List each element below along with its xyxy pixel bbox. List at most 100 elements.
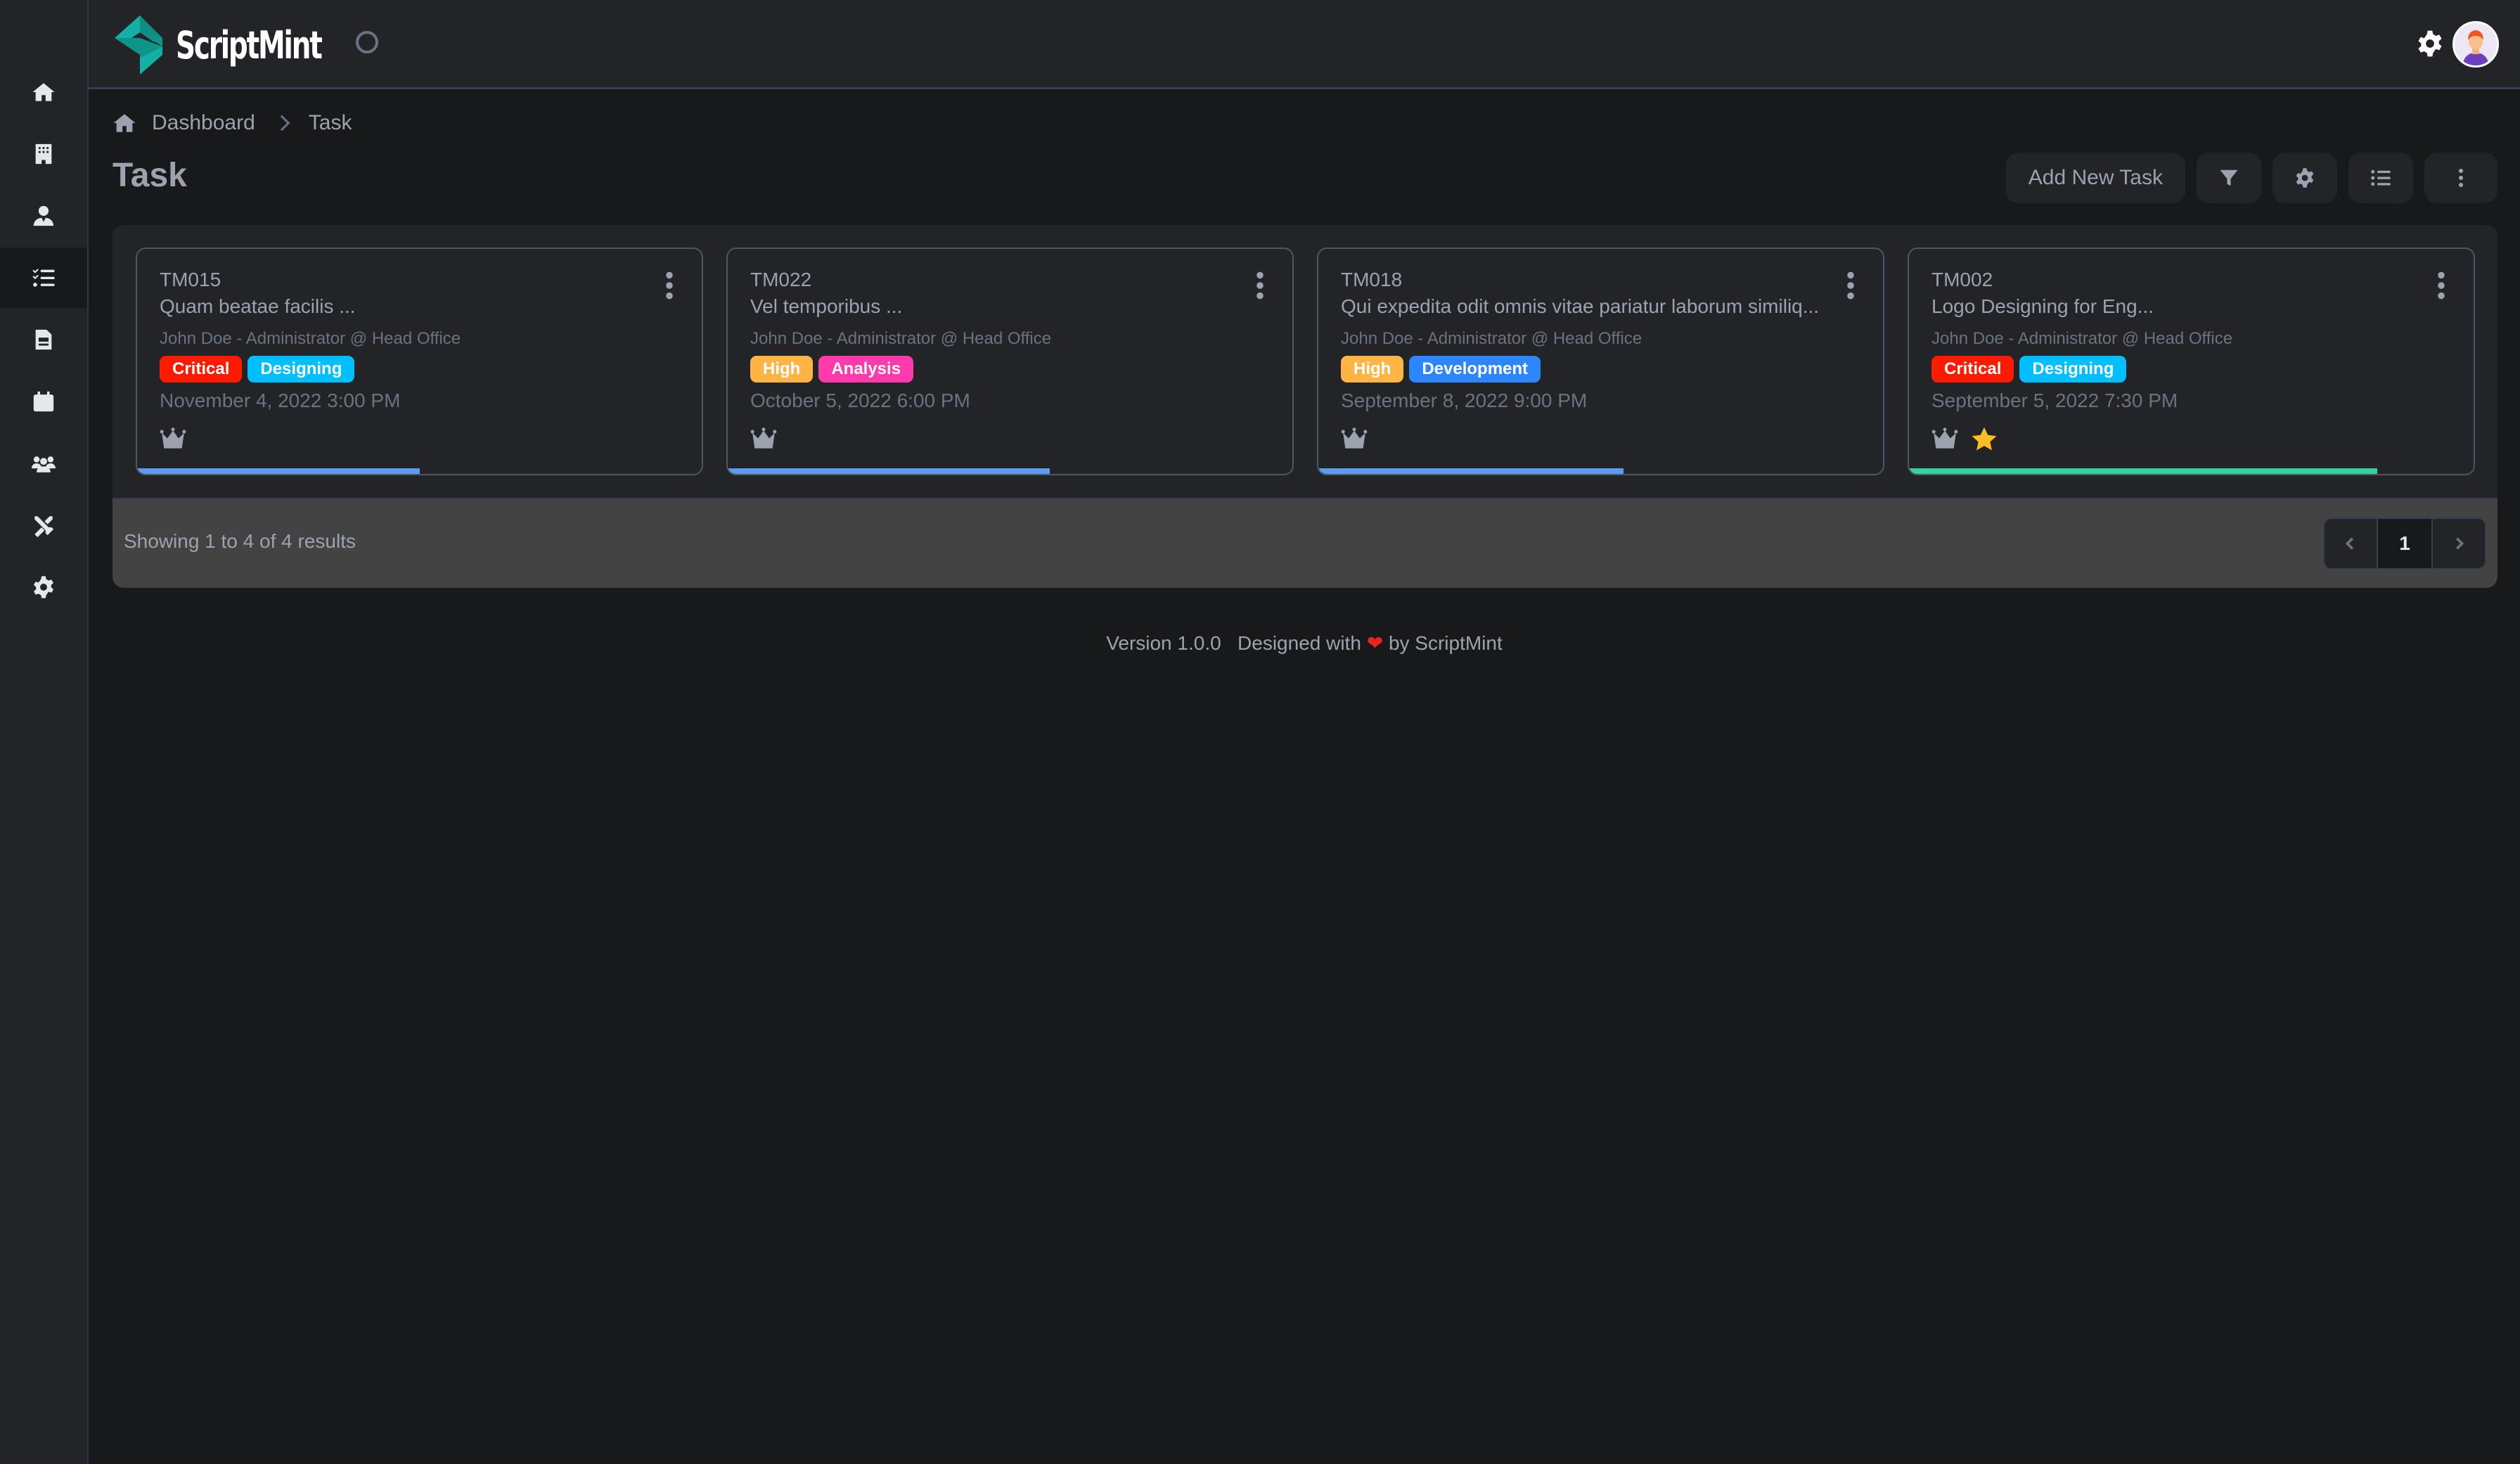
next-page-button[interactable] <box>2433 519 2485 568</box>
task-owner: John Doe - Administrator @ Head Office <box>1931 329 2233 348</box>
priority-badge: High <box>750 356 814 383</box>
star-icon <box>1972 427 1997 451</box>
add-new-task-button[interactable]: Add New Task <box>2005 153 2185 203</box>
tools-icon <box>34 516 54 537</box>
config-button[interactable] <box>2272 153 2337 203</box>
task-title[interactable]: Quam beatae facilis ... <box>160 295 666 318</box>
task-progress-bar <box>1909 468 2378 474</box>
sidebar-item-task[interactable] <box>0 248 87 308</box>
task-flags <box>1931 426 1998 453</box>
task-board: TM015 Quam beatae facilis ... John Doe - A… <box>112 225 2498 588</box>
designed-by-text: by ScriptMint <box>1388 632 1503 654</box>
gear-icon <box>2296 168 2314 188</box>
priority-badge: Critical <box>160 356 243 383</box>
crown-icon <box>160 428 186 449</box>
gear-icon <box>2418 30 2442 57</box>
more-options-button[interactable] <box>2424 153 2498 203</box>
crown-icon <box>1341 428 1368 449</box>
task-badges: High Development <box>1341 356 1541 383</box>
breadcrumb: Dashboard Task <box>112 111 352 135</box>
task-flags <box>1341 426 1368 453</box>
sidebar-item-employee[interactable] <box>0 186 87 246</box>
chevron-right-icon <box>2455 537 2464 550</box>
sidebar-item-organization[interactable] <box>0 124 87 184</box>
home-icon[interactable] <box>112 111 136 135</box>
building-icon <box>35 143 52 165</box>
pagination-bar: Showing 1 to 4 of 4 results 1 <box>112 498 2498 588</box>
gear-icon <box>33 576 54 598</box>
task-owner: John Doe - Administrator @ Head Office <box>750 329 1052 348</box>
task-badges: Critical Designing <box>1931 356 2127 383</box>
loading-indicator-icon <box>356 31 378 53</box>
task-code: TM015 <box>160 269 221 290</box>
brand-name: ScriptMint <box>176 23 323 68</box>
task-title[interactable]: Vel temporibus ... <box>750 295 1256 318</box>
category-badge: Designing <box>248 356 355 383</box>
users-icon <box>32 456 56 473</box>
prev-page-button[interactable] <box>2325 519 2377 568</box>
task-progress-bar <box>137 468 420 474</box>
footer: Version 1.0.0 Designed with ❤ by ScriptM… <box>89 631 2520 655</box>
pagination: 1 <box>2323 518 2486 570</box>
designed-with-text: Designed with <box>1238 632 1361 654</box>
sidebar-item-utility[interactable] <box>0 495 87 556</box>
task-flags <box>160 426 186 453</box>
page-actions: Add New Task <box>2005 153 2498 203</box>
task-due-date: September 5, 2022 7:30 PM <box>1931 390 2178 411</box>
crown-icon <box>1931 428 1958 449</box>
file-icon <box>35 329 52 350</box>
task-code: TM018 <box>1341 269 1403 290</box>
sidebar-item-document[interactable] <box>0 309 87 370</box>
header-settings-button[interactable] <box>2416 30 2444 58</box>
category-badge: Development <box>1409 356 1541 383</box>
task-code: TM002 <box>1931 269 1993 290</box>
task-title[interactable]: Qui expedita odit omnis vitae pariatur l… <box>1341 295 1847 318</box>
task-due-date: October 5, 2022 6:00 PM <box>750 390 970 411</box>
results-summary: Showing 1 to 4 of 4 results <box>124 530 356 552</box>
more-vertical-icon <box>2459 169 2463 187</box>
task-flags <box>750 426 777 453</box>
task-card[interactable]: TM002 Logo Designing for Eng... John Doe -… <box>1908 248 2475 475</box>
user-avatar[interactable] <box>2452 21 2499 68</box>
priority-badge: Critical <box>1931 356 2014 383</box>
page-title: Task <box>112 157 187 194</box>
heart-icon: ❤ <box>1366 632 1384 654</box>
task-card-list: TM015 Quam beatae facilis ... John Doe - A… <box>136 248 2475 475</box>
sidebar-item-calendar[interactable] <box>0 371 87 432</box>
breadcrumb-dashboard-link[interactable]: Dashboard <box>152 111 255 135</box>
task-badges: Critical Designing <box>160 356 355 383</box>
user-tie-icon <box>33 205 54 226</box>
task-due-date: September 8, 2022 9:00 PM <box>1341 390 1588 411</box>
list-view-button[interactable] <box>2348 153 2413 203</box>
page-1-button[interactable]: 1 <box>2377 519 2433 568</box>
task-progress-bar <box>728 468 1050 474</box>
priority-badge: High <box>1341 356 1404 383</box>
task-title[interactable]: Logo Designing for Eng... <box>1931 295 2438 318</box>
brand-logo[interactable]: ScriptMint <box>111 13 378 77</box>
list-check-icon <box>32 269 55 287</box>
user-avatar-icon <box>2455 23 2497 65</box>
scriptmint-logo-icon <box>115 15 162 75</box>
chevron-right-icon <box>274 115 290 131</box>
task-progress-bar <box>1318 468 1624 474</box>
task-card[interactable]: TM018 Qui expedita odit omnis vitae paria… <box>1317 248 1884 475</box>
task-card[interactable]: TM022 Vel temporibus ... John Doe - Admini… <box>726 248 1294 475</box>
category-badge: Designing <box>2019 356 2127 383</box>
sidebar <box>0 0 89 1464</box>
task-card[interactable]: TM015 Quam beatae facilis ... John Doe - A… <box>136 248 703 475</box>
sidebar-item-settings[interactable] <box>0 557 87 617</box>
sidebar-item-team[interactable] <box>0 433 87 494</box>
top-header: ScriptMint <box>89 0 2520 89</box>
category-badge: Analysis <box>818 356 914 383</box>
chevron-left-icon <box>2345 537 2354 550</box>
home-icon <box>32 83 55 101</box>
task-owner: John Doe - Administrator @ Head Office <box>160 329 461 348</box>
filter-button[interactable] <box>2197 153 2261 203</box>
filter-icon <box>2220 169 2238 186</box>
sidebar-item-home[interactable] <box>0 62 87 122</box>
task-due-date: November 4, 2022 3:00 PM <box>160 390 401 411</box>
task-code: TM022 <box>750 269 812 290</box>
version-text: Version 1.0.0 <box>1106 632 1221 654</box>
breadcrumb-current: Task <box>308 111 352 134</box>
crown-icon <box>750 428 777 449</box>
